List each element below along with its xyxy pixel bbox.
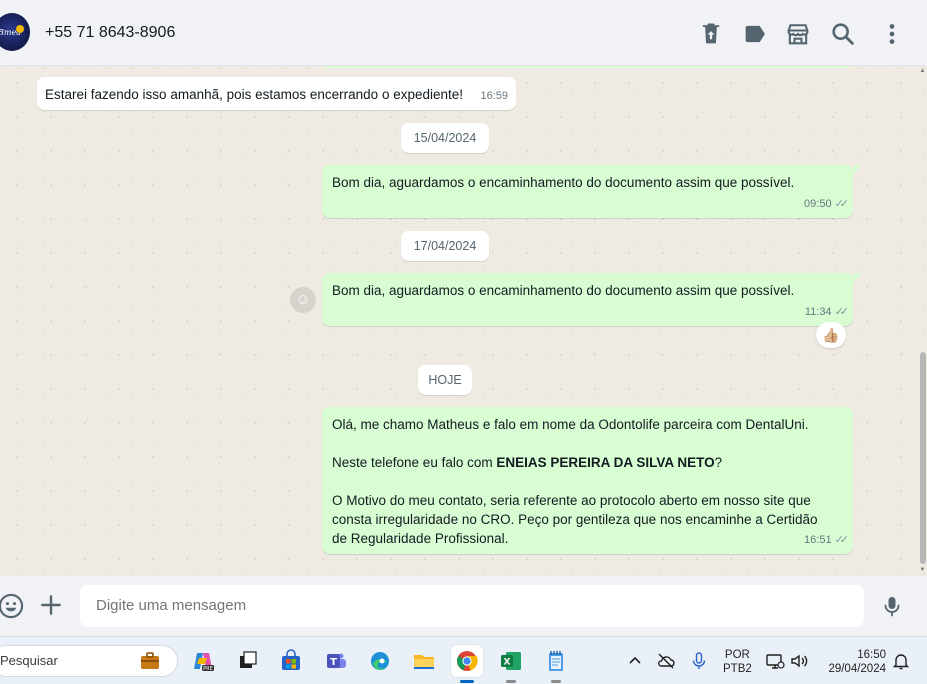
network-icon[interactable] (765, 651, 785, 671)
bubble-tail (853, 165, 861, 175)
chevron-up-icon[interactable] (625, 651, 645, 671)
chat-messages-area[interactable]: Estarei fazendo isso amanhã, pois estamo… (0, 66, 927, 576)
contact-name[interactable]: +55 71 8643-8906 (45, 24, 175, 42)
date-divider: 15/04/2024 (401, 123, 489, 153)
taskbar-search-label[interactable]: Pesquisar (0, 653, 58, 668)
notepad-icon[interactable] (540, 645, 572, 683)
file-explorer-icon[interactable] (408, 645, 440, 677)
date-divider: 17/04/2024 (401, 231, 489, 261)
thumbs-up-reaction[interactable]: 👍🏼 (816, 322, 846, 348)
scroll-down-arrow[interactable]: ▼ (919, 567, 926, 574)
message-text: Estarei fazendo isso amanhã, pois estamo… (45, 87, 464, 102)
microphone-icon[interactable] (880, 593, 904, 619)
microphone-tray-icon[interactable] (689, 651, 709, 671)
avatar-logo-text: Bmed (0, 28, 22, 37)
input-language-indicator[interactable]: POR PTB2 (723, 648, 752, 676)
language-code: POR (724, 649, 750, 661)
message-text: Bom dia, aguardamos o encaminhamento do … (332, 175, 795, 190)
teams-icon[interactable]: T (320, 645, 352, 677)
emoji-icon[interactable] (0, 592, 25, 620)
outgoing-message[interactable]: Bom dia, aguardamos o encaminhamento do … (322, 273, 853, 326)
message-text: Bom dia, aguardamos o encaminhamento do … (332, 283, 795, 298)
bold-contact-name: ENEIAS PEREIRA DA SILVA NETO (496, 455, 715, 470)
active-app-indicator (460, 680, 474, 683)
avatar[interactable]: Bmed (0, 13, 30, 51)
keyboard-layout: PTB2 (723, 663, 752, 675)
svg-text:T: T (330, 657, 337, 668)
message-text: Neste telefone eu falo com (332, 455, 497, 470)
microsoft-store-icon[interactable] (275, 645, 307, 677)
svg-text:X: X (504, 658, 511, 668)
clock-time: 16:50 (857, 649, 886, 661)
windows-taskbar: Pesquisar PRE T X POR PTB2 16:50 29/04/2… (0, 636, 927, 684)
message-time: 11:34 (804, 306, 832, 318)
excel-icon[interactable]: X (495, 645, 527, 683)
message-text: ? (714, 455, 723, 470)
notification-bell-icon[interactable] (891, 651, 911, 671)
incoming-message[interactable]: Estarei fazendo isso amanhã, pois estamo… (37, 77, 516, 110)
running-app-indicator (551, 680, 561, 683)
cloud-offline-icon[interactable] (656, 651, 676, 671)
message-paragraph: Neste telefone eu falo com ENEIAS PEREIR… (332, 453, 837, 472)
message-composer (0, 576, 927, 636)
task-view-icon[interactable] (232, 645, 264, 677)
svg-text:PRE: PRE (203, 666, 213, 672)
search-icon[interactable] (829, 20, 857, 48)
read-receipt-icon: ✓✓ (834, 198, 850, 210)
running-app-indicator (506, 680, 516, 683)
message-time-row: 16:51 ✓✓ (804, 531, 850, 550)
message-time: 16:51 (804, 534, 832, 546)
copilot-icon[interactable]: PRE (187, 645, 219, 677)
scroll-thumb[interactable] (920, 352, 926, 564)
read-receipt-icon: ✓✓ (834, 306, 850, 318)
chrome-icon[interactable] (451, 645, 483, 683)
message-input[interactable] (80, 585, 864, 627)
attach-plus-icon[interactable] (38, 592, 64, 618)
date-divider: HOJE (418, 365, 472, 395)
message-time-row: 11:34 ✓✓ (804, 303, 850, 322)
read-receipt-icon: ✓✓ (834, 534, 850, 546)
store-icon[interactable] (784, 20, 812, 48)
chat-header: Bmed +55 71 8643-8906 (0, 0, 927, 66)
label-icon[interactable] (741, 20, 769, 48)
message-time-row: 09:50 ✓✓ (804, 195, 850, 214)
taskbar-clock[interactable]: 16:50 29/04/2024 (818, 648, 886, 676)
message-time: 16:59 (480, 90, 508, 102)
delete-icon[interactable] (697, 20, 725, 48)
outgoing-message[interactable]: Bom dia, aguardamos o encaminhamento do … (322, 165, 853, 218)
message-paragraph: O Motivo do meu contato, seria referente… (332, 493, 818, 546)
edge-icon[interactable] (364, 645, 396, 677)
outgoing-message[interactable]: Olá, me chamo Matheus e falo em nome da … (322, 407, 853, 554)
bubble-tail (853, 273, 861, 283)
previous-message-edge (321, 66, 853, 68)
menu-icon[interactable] (878, 20, 906, 48)
message-body: Olá, me chamo Matheus e falo em nome da … (332, 415, 837, 548)
volume-icon[interactable] (789, 651, 809, 671)
add-reaction-icon[interactable]: ☺ (290, 287, 316, 313)
clock-date: 29/04/2024 (828, 663, 886, 675)
message-paragraph: Olá, me chamo Matheus e falo em nome da … (332, 417, 809, 432)
chat-scrollbar[interactable]: ▲ ▼ (918, 66, 927, 576)
message-time: 09:50 (804, 198, 832, 210)
scroll-up-arrow[interactable]: ▲ (919, 68, 926, 75)
briefcase-icon[interactable] (134, 645, 166, 677)
